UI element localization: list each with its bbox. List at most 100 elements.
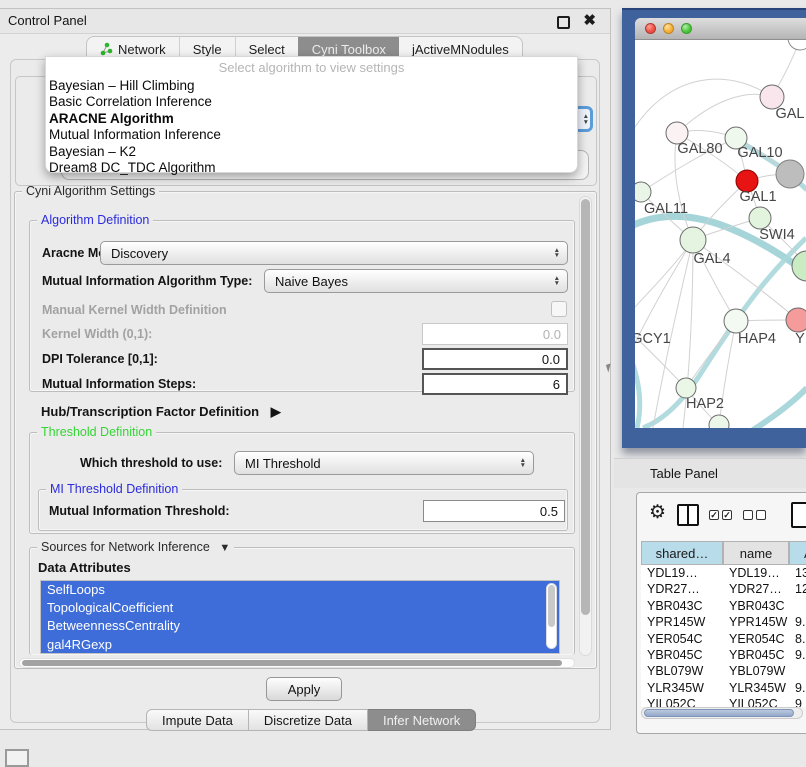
new-table-icon[interactable] [791, 502, 806, 528]
table-row[interactable]: YIL052CYIL052C9 [641, 696, 806, 707]
attribute-list-scrollbar[interactable] [546, 583, 557, 649]
dpi-tolerance-input[interactable] [422, 348, 568, 370]
settings-horizontal-scrollbar[interactable] [19, 658, 575, 668]
network-node-unlabeled[interactable] [709, 415, 729, 428]
network-node-unlabeled[interactable] [788, 40, 806, 50]
table-panel-header: Table Panel [614, 458, 806, 488]
scrollbar-thumb[interactable] [581, 199, 590, 615]
close-icon[interactable]: ✖ [583, 11, 596, 29]
network-node-label: SWI4 [759, 227, 794, 243]
control-panel-titlebar: Control Panel ✖ [0, 9, 610, 34]
network-node-hap4[interactable] [724, 309, 748, 333]
network-node-y[interactable] [786, 308, 806, 332]
table-cell: YER054C [647, 632, 703, 646]
cyni-algorithm-settings-group: Cyni Algorithm Settings Algorithm Defini… [14, 191, 597, 669]
column-header-name[interactable]: name [723, 541, 789, 565]
table-row[interactable]: YDL19…YDL19…13 [641, 565, 806, 581]
mi-steps-input[interactable] [422, 373, 568, 395]
scrollbar-thumb[interactable] [644, 709, 794, 717]
tab-label: Cyni Toolbox [312, 42, 386, 57]
close-traffic-light[interactable] [645, 23, 656, 34]
table-cell: YLR345W [647, 681, 704, 695]
network-node-label: GAL80 [677, 141, 722, 157]
table-row[interactable]: YPR145WYPR145W9. [641, 614, 806, 630]
table-row[interactable]: YBL079WYBL079W [641, 663, 806, 679]
deselect-all-checks-icon[interactable] [743, 510, 766, 520]
table-row[interactable]: YDR27…YDR27…12 [641, 581, 806, 597]
network-node-gal4[interactable] [680, 227, 706, 253]
table-cell: YBR045C [729, 648, 785, 662]
algorithm-option-basic-correlation-inference[interactable]: Basic Correlation Inference [49, 94, 574, 110]
table-row[interactable]: YLR345WYLR345W9. [641, 680, 806, 696]
table-cell: YBR043C [729, 599, 785, 613]
scrollbar-thumb[interactable] [22, 660, 562, 666]
table-row[interactable]: YBR045CYBR045C9. [641, 647, 806, 663]
network-node-unlabeled[interactable] [776, 160, 804, 188]
algorithm-option-bayesian-hill-climbing[interactable]: Bayesian – Hill Climbing [49, 78, 574, 94]
attribute-topologicalcoefficient[interactable]: TopologicalCoefficient [41, 599, 559, 617]
column-header-shared[interactable]: shared… [641, 541, 723, 565]
hub-definition-toggle[interactable]: Hub/Transcription Factor Definition ▶ [41, 404, 281, 420]
tab-label: Network [118, 42, 166, 57]
mi-type-label: Mutual Information Algorithm Type: [42, 274, 252, 288]
algorithm-select-popup: Select algorithm to view settings Bayesi… [45, 56, 578, 173]
algorithm-option-aracne-algorithm[interactable]: ARACNE Algorithm [49, 111, 574, 127]
table-cell: 8. [795, 632, 805, 646]
table-row[interactable]: YBR043CYBR043C [641, 598, 806, 614]
algorithm-option-bayesian-k2[interactable]: Bayesian – K2 [49, 144, 574, 160]
apply-button[interactable]: Apply [266, 677, 342, 701]
which-threshold-combo[interactable]: MI Threshold ▲▼ [234, 451, 534, 475]
network-window: GALGAL80GAL10GAL1GAL11SWI4GAL4GCY1HAP4YH… [635, 18, 806, 428]
table-cell: 12 [795, 582, 806, 596]
which-threshold-label: Which threshold to use: [80, 456, 222, 470]
manual-kernel-label: Manual Kernel Width Definition [42, 303, 227, 317]
network-graph[interactable]: GALGAL80GAL10GAL1GAL11SWI4GAL4GCY1HAP4YH… [635, 40, 806, 428]
column-header-a[interactable]: A [789, 541, 806, 565]
scrollbar-thumb[interactable] [548, 585, 555, 627]
attribute-selfloops[interactable]: SelfLoops [41, 581, 559, 599]
network-canvas[interactable]: GALGAL80GAL10GAL1GAL11SWI4GAL4GCY1HAP4YH… [635, 40, 806, 428]
attribute-betweennesscentrality[interactable]: BetweennessCentrality [41, 617, 559, 635]
network-node-label: HAP2 [686, 396, 724, 412]
minimize-traffic-light[interactable] [663, 23, 674, 34]
table-cell: YIL052C [647, 697, 696, 707]
network-node-unlabeled[interactable] [792, 251, 806, 281]
table-horizontal-scrollbar[interactable] [641, 707, 803, 719]
algorithm-option-dream8-dc-tdc-algorithm[interactable]: Dream8 DC_TDC Algorithm [49, 160, 574, 176]
docked-panel-icon[interactable] [5, 749, 29, 767]
table-panel: ⚙ ✓✓ shared…nameA YDL19…YDL19…13YDR27…YD… [636, 492, 806, 734]
bottom-tab-impute-data[interactable]: Impute Data [146, 709, 249, 731]
network-node-swi4[interactable] [749, 207, 771, 229]
algorithm-definition-group: Algorithm Definition Aracne Mode: Discov… [29, 220, 575, 392]
network-node-hap2[interactable] [676, 378, 696, 398]
sources-group-title[interactable]: Sources for Network Inference ▼ [37, 540, 234, 554]
network-node-gal11[interactable] [635, 182, 651, 202]
mi-type-combo[interactable]: Naive Bayes ▲▼ [264, 269, 568, 293]
tab-label: jActiveMNodules [412, 42, 509, 57]
mi-steps-label: Mutual Information Steps: [42, 377, 196, 391]
kernel-width-input[interactable] [422, 323, 568, 345]
settings-vertical-scrollbar[interactable] [579, 196, 592, 656]
algorithm-option-mutual-information-inference[interactable]: Mutual Information Inference [49, 127, 574, 143]
bottom-tab-infer-network[interactable]: Infer Network [368, 709, 476, 731]
table-cell: YDL19… [647, 566, 698, 580]
data-attributes-list[interactable]: SelfLoopsTopologicalCoefficientBetweenne… [40, 580, 560, 654]
table-cell: YPR145W [729, 615, 787, 629]
table-header-row: shared…nameA [641, 541, 806, 565]
select-all-checks-icon[interactable]: ✓✓ [709, 510, 732, 520]
mi-threshold-input[interactable] [423, 500, 565, 522]
table-cell: YDL19… [729, 566, 780, 580]
tab-label: Style [193, 42, 222, 57]
table-row[interactable]: YER054CYER054C8. [641, 631, 806, 647]
gear-icon[interactable]: ⚙ [649, 501, 666, 524]
manual-kernel-checkbox[interactable] [551, 301, 567, 317]
mouse-cursor [606, 363, 613, 372]
expand-right-icon: ▶ [271, 404, 281, 419]
split-columns-icon[interactable] [677, 504, 699, 526]
float-window-icon[interactable] [557, 16, 570, 29]
aracne-mode-combo[interactable]: Discovery ▲▼ [100, 241, 568, 265]
network-node-label: GAL4 [693, 251, 730, 267]
zoom-traffic-light[interactable] [681, 23, 692, 34]
bottom-tab-discretize-data[interactable]: Discretize Data [249, 709, 368, 731]
attribute-gal4rgexp[interactable]: gal4RGexp [41, 636, 559, 654]
